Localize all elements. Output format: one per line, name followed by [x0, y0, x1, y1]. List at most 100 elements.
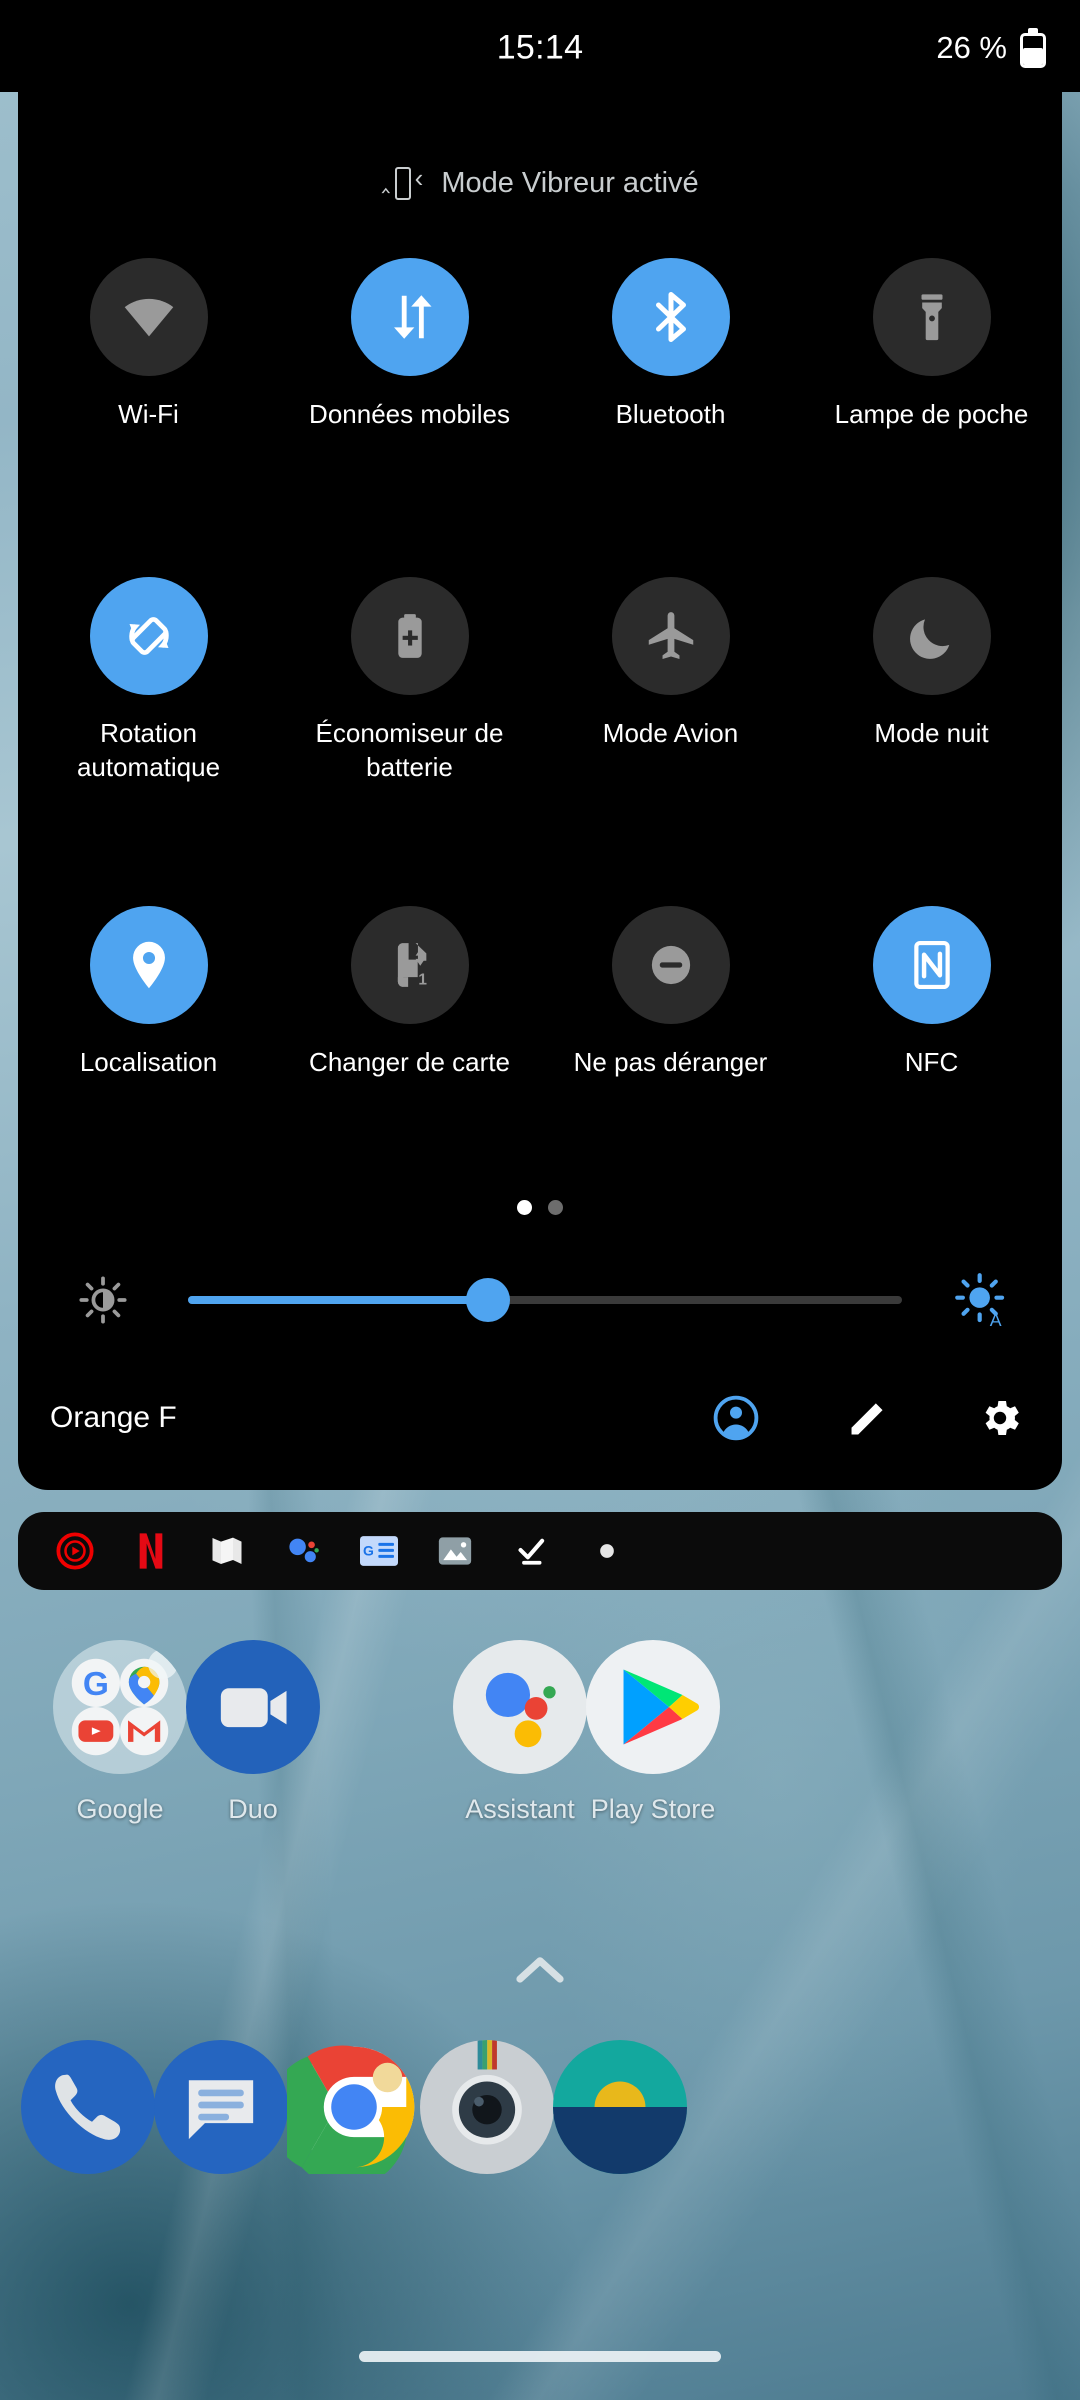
- dock-messages[interactable]: [154, 2040, 288, 2174]
- dock-camera[interactable]: [420, 2040, 554, 2174]
- tile-location-circle[interactable]: [89, 905, 208, 1024]
- status-clock: 15:14: [496, 28, 584, 67]
- user-account-icon[interactable]: [710, 1392, 762, 1444]
- night-mode-icon: [909, 619, 949, 660]
- tile-wifi[interactable]: Wi-Fi: [18, 258, 279, 431]
- tile-battery-saver[interactable]: Économiseur de batterie: [279, 577, 540, 784]
- vibration-icon: ‸ ‹: [381, 162, 423, 204]
- tile-battery-saver-label: Économiseur de batterie: [315, 718, 504, 782]
- dock-phone[interactable]: [21, 2040, 155, 2174]
- sunrise-app-icon[interactable]: [553, 2040, 687, 2174]
- wifi-icon: [124, 298, 173, 337]
- navigation-home-pill[interactable]: [359, 2351, 721, 2362]
- tile-mobile-data-circle[interactable]: [350, 258, 469, 376]
- svg-text:A: A: [990, 1310, 1002, 1328]
- app-duo[interactable]: Duo: [153, 1640, 353, 1825]
- tile-auto-rotate-label: Rotation automatique: [76, 718, 221, 782]
- youtube-music-icon: [54, 1530, 96, 1572]
- auto-rotate-icon: [128, 617, 169, 656]
- tile-sim-swap-label: Changer de carte: [309, 1046, 510, 1077]
- settings-gear-icon[interactable]: [974, 1392, 1026, 1444]
- messages-icon[interactable]: [154, 2040, 288, 2174]
- page-dot-1[interactable]: [517, 1200, 532, 1215]
- tile-nfc-circle[interactable]: [872, 905, 991, 1024]
- tile-night-mode[interactable]: Mode nuit: [801, 577, 1062, 784]
- brightness-thumb[interactable]: [465, 1278, 510, 1322]
- brightness-low-icon: [18, 1275, 188, 1325]
- tile-flashlight[interactable]: Lampe de poche: [801, 258, 1062, 431]
- notification-icon-strip[interactable]: G: [18, 1512, 1062, 1590]
- tile-row-2: Rotation automatique Économiseur de batt…: [18, 577, 1062, 784]
- google-assistant-icon: [282, 1530, 324, 1572]
- tile-do-not-disturb[interactable]: Ne pas déranger: [540, 905, 801, 1079]
- vibrate-mode-notice: ‸ ‹ Mode Vibreur activé: [18, 162, 1062, 204]
- battery-icon: [1020, 28, 1046, 68]
- tile-row-1: Wi-Fi Données mobiles Bluetooth Lampe de…: [18, 258, 1062, 431]
- download-complete-icon: [510, 1530, 552, 1572]
- airplane-icon: [648, 612, 693, 660]
- mobile-data-icon: [393, 295, 432, 339]
- brightness-auto-icon[interactable]: A: [902, 1272, 1062, 1328]
- app-play-store-label: Play Store: [590, 1794, 716, 1824]
- quick-settings-footer: Orange F: [18, 1368, 1062, 1468]
- tile-sim-swap[interactable]: 1 Changer de carte: [279, 905, 540, 1079]
- status-bar: 15:14 26 %: [0, 0, 1080, 92]
- tile-battery-saver-circle[interactable]: [350, 577, 469, 696]
- tile-airplane-mode-circle[interactable]: [611, 577, 730, 696]
- tile-sim-swap-circle[interactable]: 1: [350, 905, 469, 1024]
- tile-flashlight-label: Lampe de poche: [834, 399, 1029, 429]
- brightness-fill: [188, 1296, 488, 1304]
- footer-actions: [710, 1392, 1026, 1444]
- brightness-slider[interactable]: [188, 1276, 902, 1324]
- svg-text:G: G: [83, 1666, 109, 1703]
- sim-swap-icon: 1: [397, 942, 427, 988]
- google-maps-icon: [206, 1530, 248, 1572]
- tile-location[interactable]: Localisation: [18, 905, 279, 1079]
- google-duo-icon[interactable]: [186, 1640, 320, 1774]
- google-news-icon: G: [358, 1530, 400, 1572]
- tile-wifi-circle[interactable]: [89, 258, 208, 376]
- tile-auto-rotate[interactable]: Rotation automatique: [18, 577, 279, 784]
- tile-airplane-mode[interactable]: Mode Avion: [540, 577, 801, 784]
- battery-percentage: 26 %: [936, 30, 1007, 65]
- app-drawer-handle[interactable]: [0, 1950, 1080, 1990]
- tile-location-label: Localisation: [79, 1046, 218, 1077]
- tile-flashlight-circle[interactable]: [872, 258, 991, 376]
- tile-row-3: Localisation 1 Changer de carte Ne pas d…: [18, 905, 1062, 1079]
- chrome-icon[interactable]: [268, 2040, 421, 2188]
- more-notifications-dot-icon: [586, 1530, 628, 1572]
- tile-wifi-label: Wi-Fi: [118, 399, 179, 429]
- dock-chrome[interactable]: [268, 2040, 421, 2188]
- flashlight-icon: [921, 294, 942, 341]
- tile-mobile-data-label: Données mobiles: [309, 399, 510, 429]
- tile-bluetooth-circle[interactable]: [611, 258, 730, 376]
- app-play-store[interactable]: Play Store: [553, 1640, 753, 1825]
- tile-auto-rotate-circle[interactable]: [89, 577, 208, 696]
- tile-bluetooth[interactable]: Bluetooth: [540, 258, 801, 431]
- tile-night-mode-circle[interactable]: [872, 577, 991, 696]
- bluetooth-icon: [655, 292, 686, 342]
- google-play-store-icon[interactable]: [586, 1640, 720, 1774]
- carrier-name: Orange F: [50, 1401, 177, 1434]
- photos-gallery-icon: [434, 1530, 476, 1572]
- svg-text:G: G: [363, 1543, 374, 1559]
- battery-saver-icon: [397, 614, 422, 659]
- camera-icon[interactable]: [420, 2040, 554, 2174]
- dock-weather[interactable]: [553, 2040, 687, 2174]
- tile-nfc[interactable]: NFC: [801, 905, 1062, 1079]
- do-not-disturb-icon: [651, 945, 690, 984]
- tile-bluetooth-label: Bluetooth: [615, 399, 726, 429]
- tile-night-mode-label: Mode nuit: [874, 718, 989, 749]
- tile-do-not-disturb-label: Ne pas déranger: [573, 1046, 768, 1077]
- status-bar-right: 26 %: [936, 28, 1046, 68]
- page-dot-2[interactable]: [548, 1200, 563, 1215]
- edit-pencil-icon[interactable]: [842, 1392, 894, 1444]
- app-google-folder-label: Google: [76, 1794, 164, 1824]
- phone-dialer-icon[interactable]: [21, 2040, 155, 2174]
- quick-settings-panel: ‸ ‹ Mode Vibreur activé Wi-Fi Données mo…: [18, 0, 1062, 1490]
- tile-mobile-data[interactable]: Données mobiles: [279, 258, 540, 431]
- netflix-icon: [130, 1530, 172, 1572]
- qs-page-indicator: [18, 1200, 1062, 1215]
- brightness-control: A: [18, 1272, 1062, 1328]
- tile-do-not-disturb-circle[interactable]: [611, 905, 730, 1024]
